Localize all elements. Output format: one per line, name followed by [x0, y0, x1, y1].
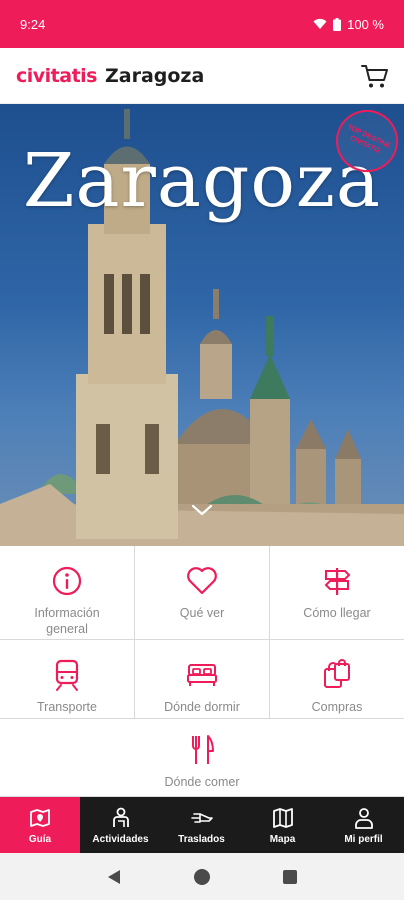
- brand-logo[interactable]: civitatis: [16, 65, 97, 87]
- grid-item-compras[interactable]: Compras: [270, 640, 404, 719]
- status-bar: 9:24 100 %: [0, 0, 404, 48]
- shopping-bags-icon: [320, 658, 354, 692]
- chevron-down-icon[interactable]: [190, 502, 214, 518]
- nav-item-traslados[interactable]: Traslados: [161, 797, 242, 853]
- nav-label: Actividades: [92, 833, 149, 845]
- map-book-icon: [30, 808, 50, 827]
- recents-icon[interactable]: [282, 869, 298, 885]
- info-icon: [50, 564, 84, 598]
- battery-icon: [333, 17, 342, 31]
- transfer-icon: [190, 812, 213, 823]
- grid-item-que-ver[interactable]: Qué ver: [135, 546, 270, 640]
- fork-knife-icon: [185, 733, 219, 767]
- nav-item-guia[interactable]: Guía: [0, 797, 80, 853]
- grid-item-label: Dónde comer: [164, 775, 240, 789]
- wifi-icon: [313, 18, 327, 29]
- back-icon[interactable]: [106, 868, 122, 886]
- status-icons: 100 %: [313, 17, 384, 32]
- hero-banner: Zaragoza TOP DESTINE CIVITATIS: [0, 104, 404, 546]
- grid-item-informacion-general[interactable]: Información general: [0, 546, 135, 640]
- cart-icon[interactable]: [360, 61, 390, 91]
- guide-grid: Información general Qué ver Cómo llegar …: [0, 546, 404, 797]
- signpost-icon: [320, 564, 354, 598]
- page-title: Zaragoza: [104, 64, 205, 87]
- heart-icon: [185, 564, 219, 598]
- home-icon[interactable]: [193, 868, 211, 886]
- grid-item-label: Compras: [311, 700, 363, 714]
- system-nav-bar: [0, 853, 404, 900]
- bottom-nav: Guía Actividades Traslados Mapa Mi perfi…: [0, 797, 404, 853]
- grid-item-label: Información general: [34, 606, 100, 636]
- grid-item-label: Transporte: [37, 700, 97, 714]
- grid-item-como-llegar[interactable]: Cómo llegar: [270, 546, 404, 640]
- nav-item-mi-perfil[interactable]: Mi perfil: [323, 797, 404, 853]
- status-time: 9:24: [20, 16, 46, 32]
- bed-icon: [185, 658, 219, 692]
- grid-item-transporte[interactable]: Transporte: [0, 640, 135, 719]
- profile-icon: [354, 807, 373, 829]
- nav-label: Mapa: [269, 833, 296, 845]
- grid-item-donde-comer[interactable]: Dónde comer: [0, 719, 404, 797]
- app-header: civitatis Zaragoza: [0, 48, 404, 104]
- nav-label: Mi perfil: [344, 833, 383, 845]
- nav-item-mapa[interactable]: Mapa: [242, 797, 323, 853]
- nav-label: Guía: [28, 833, 52, 845]
- train-icon: [50, 658, 84, 692]
- nav-label: Traslados: [178, 833, 225, 845]
- battery-level: 100 %: [347, 16, 384, 32]
- grid-item-donde-dormir[interactable]: Dónde dormir: [135, 640, 270, 719]
- grid-item-label: Cómo llegar: [303, 606, 371, 620]
- grid-item-label: Dónde dormir: [164, 700, 240, 714]
- person-icon: [112, 807, 129, 827]
- grid-item-label: Qué ver: [179, 606, 225, 620]
- nav-item-actividades[interactable]: Actividades: [80, 797, 161, 853]
- map-icon: [272, 807, 293, 828]
